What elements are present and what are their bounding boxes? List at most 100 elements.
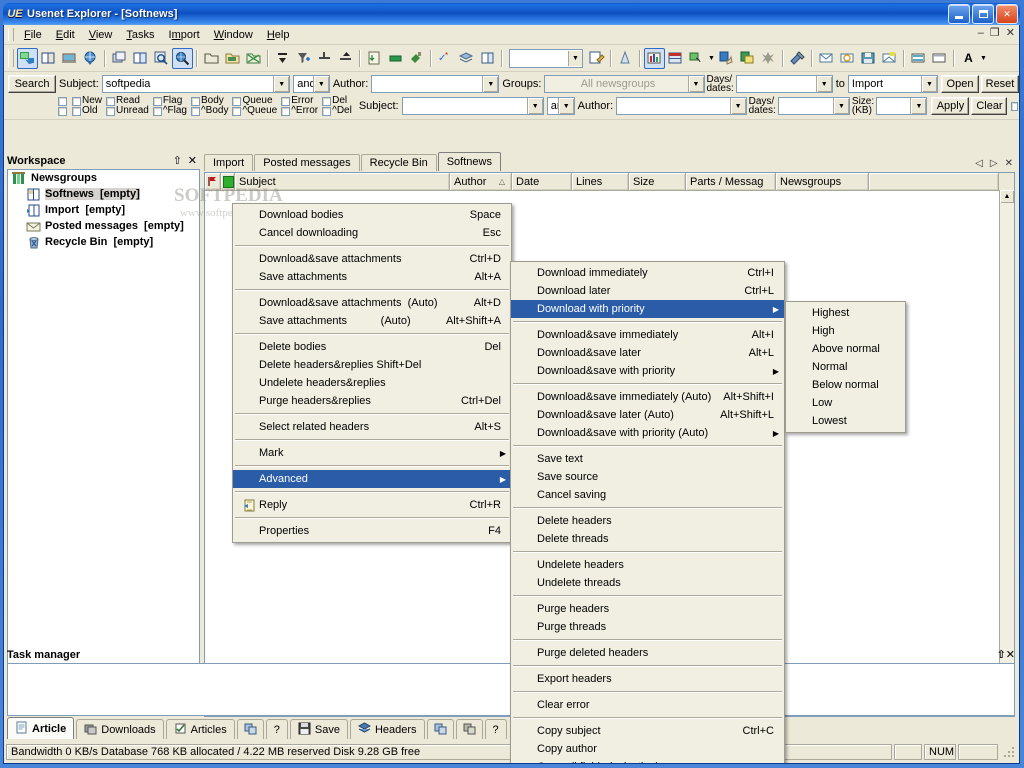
menu-item-copy-all-fields-selection[interactable]: Copy all fields (selection)	[511, 758, 784, 763]
layers-icon[interactable]	[456, 48, 477, 69]
column-header-lines[interactable]: Lines	[572, 173, 629, 190]
context-menu[interactable]: Download bodies Space Cancel downloading Es…	[232, 203, 512, 543]
menu-item-purge-headers-replies[interactable]: Purge headers&replies Ctrl+Del	[233, 392, 511, 410]
menu-item-download-save-immediately-auto[interactable]: Download&save immediately (Auto) Alt+Shif…	[511, 388, 784, 406]
copy-folder-icon[interactable]	[109, 48, 130, 69]
mail-open-icon[interactable]	[879, 48, 900, 69]
drag-copy-icon[interactable]	[686, 48, 707, 69]
menu-edit[interactable]: Edit	[49, 27, 82, 43]
book-icon[interactable]	[38, 48, 59, 69]
menu-item-delete-threads[interactable]: Delete threads	[511, 530, 784, 548]
search-operator-combo[interactable]: and ▼	[293, 75, 330, 93]
search-days-combo[interactable]: ▼	[735, 75, 833, 93]
filter-extra-checkbox[interactable]	[1011, 101, 1018, 111]
scroll-up-icon[interactable]: ▲	[1000, 190, 1014, 203]
mail-icon[interactable]	[816, 48, 837, 69]
menu-item-purge-deleted-headers[interactable]: Purge deleted headers	[511, 644, 784, 662]
expand-plus-icon[interactable]	[335, 48, 356, 69]
checkbox-del[interactable]	[322, 106, 332, 116]
new-folder-icon[interactable]	[201, 48, 222, 69]
checkbox-queue[interactable]	[232, 96, 242, 106]
expand-icon[interactable]	[272, 48, 293, 69]
menu-item-advanced[interactable]: Advanced ▶	[233, 470, 511, 488]
tab-import[interactable]: Import	[204, 154, 254, 171]
task-tab-headers-6[interactable]: Headers	[349, 719, 425, 739]
checkbox-read[interactable]	[106, 96, 116, 106]
dropdown-arrow-icon[interactable]: ▼	[707, 48, 716, 69]
menu-item-download-save-with-priority[interactable]: Download&save with priority ▶	[511, 362, 784, 380]
mdi-close-button[interactable]: ✕	[1006, 27, 1015, 39]
spell-check-icon[interactable]: ✓ *	[435, 48, 456, 69]
menu-item-above-normal[interactable]: Above normal	[786, 340, 905, 358]
advanced-submenu[interactable]: Download immediately Ctrl+I Download later…	[510, 261, 785, 763]
tab-posted-messages[interactable]: Posted messages	[254, 154, 360, 171]
task-tab-windows-7[interactable]	[426, 719, 454, 739]
filter-add-icon[interactable]	[293, 48, 314, 69]
menu-item-delete-bodies[interactable]: Delete bodies Del	[233, 338, 511, 356]
menu-item-purge-headers[interactable]: Purge headers	[511, 600, 784, 618]
mdi-minimize-button[interactable]: –	[978, 27, 984, 39]
menu-item-save-source[interactable]: Save source	[511, 468, 784, 486]
filter-days-combo[interactable]: ▼	[777, 97, 850, 115]
search-subject-combo[interactable]: softpedia ▼	[101, 75, 291, 93]
search-author-combo[interactable]: ▼	[371, 75, 500, 93]
menu-item-undelete-headers-replies[interactable]: Undelete headers&replies	[233, 374, 511, 392]
menu-help[interactable]: Help	[260, 27, 297, 43]
column-header-subject[interactable]: Subject	[235, 173, 450, 190]
reset-button[interactable]: Reset	[981, 75, 1019, 93]
menu-file[interactable]: FFileile	[17, 27, 49, 43]
task-tab-downloads-1[interactable]: Downloads	[76, 719, 164, 739]
column-header-icon-1[interactable]	[221, 173, 235, 190]
checkbox-error[interactable]	[281, 96, 291, 106]
menu-item-save-attachments[interactable]: Save attachments Alt+A	[233, 268, 511, 286]
list-view-icon[interactable]	[908, 48, 929, 69]
connect-icon[interactable]	[17, 47, 38, 69]
menu-window[interactable]: Window	[207, 27, 260, 43]
task-tab-windows-3[interactable]	[236, 719, 264, 739]
font-dropdown-icon[interactable]: ▼	[979, 48, 988, 69]
menu-item-highest[interactable]: Highest	[786, 304, 905, 322]
menu-item-save-text[interactable]: Save text	[511, 450, 784, 468]
column-header-author[interactable]: Author △	[450, 173, 512, 190]
toolbar-grip[interactable]	[8, 49, 14, 67]
menu-item-properties[interactable]: Properties F4	[233, 522, 511, 540]
chart-icon[interactable]	[644, 47, 665, 69]
menu-item-download-save-immediately[interactable]: Download&save immediately Alt+I	[511, 326, 784, 344]
collapse-icon[interactable]	[314, 48, 335, 69]
checkbox-queue[interactable]	[232, 106, 242, 116]
task-tab---4[interactable]: ?	[265, 719, 288, 739]
tab-close-icon[interactable]: ✕	[1005, 158, 1013, 169]
folder-image-icon[interactable]	[222, 48, 243, 69]
tree-item-import[interactable]: Import [empty]	[8, 202, 199, 218]
tools-icon[interactable]	[787, 48, 808, 69]
menu-item-download-save-later[interactable]: Download&save later Alt+L	[511, 344, 784, 362]
clear-button[interactable]: Clear	[971, 97, 1008, 115]
menu-item-download-save-with-priority-auto[interactable]: Download&save with priority (Auto) ▶	[511, 424, 784, 442]
mdi-restore-button[interactable]: ❐	[990, 27, 1000, 39]
task-tab-windows2-8[interactable]	[455, 719, 483, 739]
checkbox-unread[interactable]	[106, 106, 116, 116]
menu-item-undelete-headers[interactable]: Undelete headers	[511, 556, 784, 574]
server-icon[interactable]	[59, 48, 80, 69]
toolbar-combo[interactable]: ▼	[509, 48, 583, 68]
maximize-button[interactable]	[972, 4, 994, 24]
menu-item-mark[interactable]: Mark ▶	[233, 444, 511, 462]
column-header-newsgroups[interactable]: Newsgroups	[776, 173, 869, 190]
minimize-button[interactable]	[948, 4, 970, 24]
checkbox-new[interactable]	[72, 96, 81, 106]
checkbox-old[interactable]	[72, 106, 81, 116]
import-icon[interactable]	[364, 48, 385, 69]
delete-burst-icon[interactable]	[758, 48, 779, 69]
filter-author-combo[interactable]: ▼	[616, 97, 747, 115]
menu-item-low[interactable]: Low	[786, 394, 905, 412]
column-header-icon-0[interactable]	[205, 173, 221, 190]
menu-item-select-related-headers[interactable]: Select related headers Alt+S	[233, 418, 511, 436]
column-header-parts-messag[interactable]: Parts / Messag	[686, 173, 776, 190]
menu-item-below-normal[interactable]: Below normal	[786, 376, 905, 394]
tree-item-recycle-bin[interactable]: Recycle Bin [empty]	[8, 234, 199, 250]
task-tab---9[interactable]: ?	[484, 719, 507, 739]
menu-item-delete-headers-replies-shift-del[interactable]: Delete headers&replies Shift+Del	[233, 356, 511, 374]
window-split-icon[interactable]	[665, 48, 686, 69]
open-button[interactable]: Open	[941, 75, 979, 93]
edit-note-icon[interactable]	[586, 48, 607, 69]
